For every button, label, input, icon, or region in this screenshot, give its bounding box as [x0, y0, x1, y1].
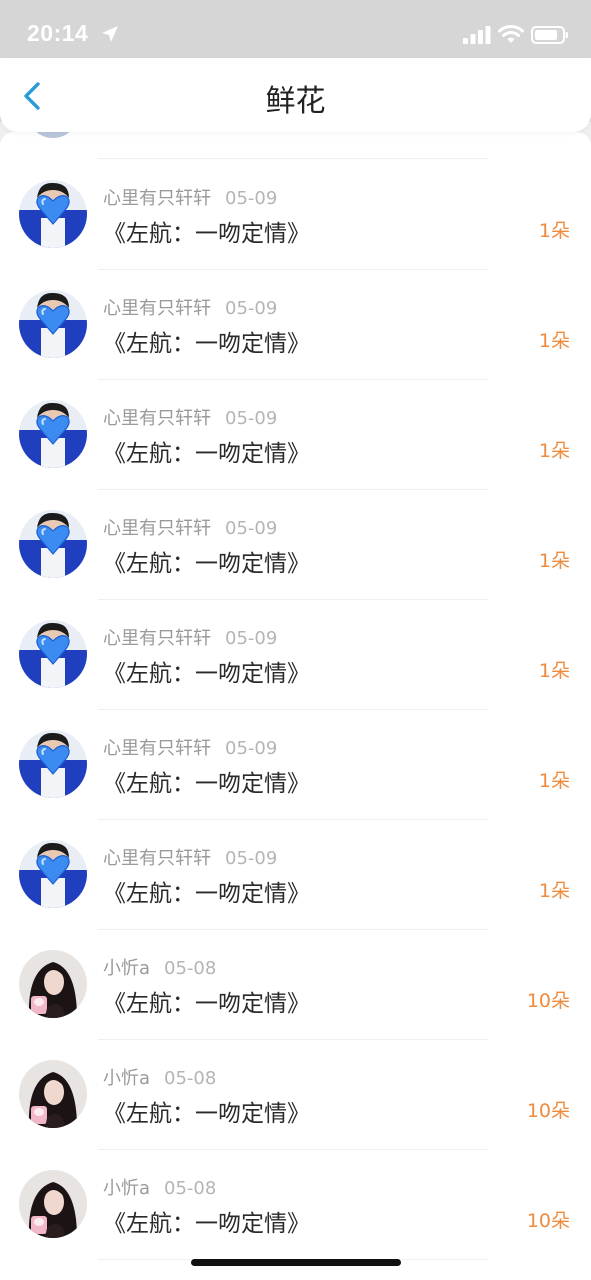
- page-title: 鲜花: [265, 84, 326, 119]
- status-bar: 20:14: [0, 0, 591, 58]
- user-avatar[interactable]: [19, 1170, 87, 1238]
- flower-count: 1朵: [538, 660, 570, 682]
- gift-row[interactable]: 心里有只轩轩 05-09 《左航：一吻定情》 1朵: [0, 270, 591, 380]
- status-time: 20:14: [27, 20, 89, 46]
- signal-icon: [463, 26, 491, 44]
- user-avatar[interactable]: [19, 950, 87, 1018]
- gift-row[interactable]: 小忻a 05-08 《左航：一吻定情》 10朵: [0, 1040, 591, 1150]
- user-avatar[interactable]: [19, 510, 87, 578]
- gift-meta: 心里有只轩轩 05-09: [103, 184, 277, 210]
- gift-title: 《左航：一吻定情》: [103, 771, 310, 797]
- flower-count: 1朵: [538, 440, 570, 462]
- user-name[interactable]: 心里有只轩轩: [103, 848, 211, 869]
- battery-icon: [531, 26, 568, 44]
- gift-meta: 心里有只轩轩 05-09: [103, 624, 277, 650]
- gift-meta: 小忻a 05-08: [103, 1174, 216, 1200]
- flower-count: 1朵: [538, 330, 570, 352]
- gift-title: 《左航：一吻定情》: [103, 551, 310, 577]
- gift-meta: 心里有只轩轩 05-09: [103, 294, 277, 320]
- user-avatar[interactable]: [19, 1060, 87, 1128]
- gift-date: 05-09: [225, 298, 278, 319]
- location-arrow-icon: [102, 26, 118, 42]
- gift-date: 05-09: [225, 188, 278, 209]
- gift-title: 《左航：一吻定情》: [103, 661, 310, 687]
- user-name[interactable]: 心里有只轩轩: [103, 408, 211, 429]
- gift-row[interactable]: 心里有只轩轩 05-09 《左航：一吻定情》 1朵: [0, 490, 591, 600]
- flower-count: 10朵: [526, 1210, 570, 1232]
- gift-title: 《左航：一吻定情》: [103, 1211, 310, 1237]
- gift-meta: 心里有只轩轩 05-09: [103, 734, 277, 760]
- flower-count: 1朵: [538, 220, 570, 242]
- user-name[interactable]: 小忻a: [103, 958, 150, 979]
- user-avatar[interactable]: [19, 400, 87, 468]
- user-avatar[interactable]: [19, 730, 87, 798]
- gift-list: 心里有只轩轩 05-09 《左航：一吻定情》 1朵 心里有只轩轩 05-09 《左航…: [0, 160, 591, 1260]
- wifi-icon: [498, 25, 524, 43]
- gift-title: 《左航：一吻定情》: [103, 881, 310, 907]
- gift-title: 《左航：一吻定情》: [103, 441, 310, 467]
- user-name[interactable]: 心里有只轩轩: [103, 188, 211, 209]
- user-name[interactable]: 小忻a: [103, 1068, 150, 1089]
- gift-meta: 小忻a 05-08: [103, 1064, 216, 1090]
- flower-count: 1朵: [538, 770, 570, 792]
- user-name[interactable]: 心里有只轩轩: [103, 628, 211, 649]
- flower-count: 1朵: [538, 880, 570, 902]
- gift-row[interactable]: 心里有只轩轩 05-09 《左航：一吻定情》 1朵: [0, 160, 591, 270]
- user-avatar[interactable]: [19, 620, 87, 688]
- user-name[interactable]: 心里有只轩轩: [103, 518, 211, 539]
- gift-row[interactable]: 心里有只轩轩 05-09 《左航：一吻定情》 1朵: [0, 820, 591, 930]
- gift-row[interactable]: 小忻a 05-08 《左航：一吻定情》 10朵: [0, 930, 591, 1040]
- gift-row[interactable]: 心里有只轩轩 05-09 《左航：一吻定情》 1朵: [0, 600, 591, 710]
- user-avatar[interactable]: [19, 840, 87, 908]
- user-name[interactable]: 小忻a: [103, 1178, 150, 1199]
- partial-avatar: [27, 132, 79, 138]
- divider: [98, 158, 488, 159]
- user-avatar[interactable]: [19, 180, 87, 248]
- gift-date: 05-09: [225, 738, 278, 759]
- gift-title: 《左航：一吻定情》: [103, 221, 310, 247]
- gift-date: 05-08: [164, 1178, 217, 1199]
- user-name[interactable]: 心里有只轩轩: [103, 738, 211, 759]
- gift-row[interactable]: 心里有只轩轩 05-09 《左航：一吻定情》 1朵: [0, 710, 591, 820]
- flower-gift-list-panel: 心里有只轩轩 05-09 《左航：一吻定情》 1朵 心里有只轩轩 05-09 《左航…: [0, 132, 591, 1280]
- gift-title: 《左航：一吻定情》: [103, 991, 310, 1017]
- user-name[interactable]: 心里有只轩轩: [103, 298, 211, 319]
- gift-date: 05-08: [164, 1068, 217, 1089]
- gift-title: 《左航：一吻定情》: [103, 331, 310, 357]
- flower-count: 1朵: [538, 550, 570, 572]
- gift-date: 05-09: [225, 628, 278, 649]
- gift-date: 05-09: [225, 518, 278, 539]
- gift-row[interactable]: 小忻a 05-08 《左航：一吻定情》 10朵: [0, 1150, 591, 1260]
- gift-date: 05-08: [164, 958, 217, 979]
- gift-title: 《左航：一吻定情》: [103, 1101, 310, 1127]
- gift-meta: 心里有只轩轩 05-09: [103, 404, 277, 430]
- home-indicator: [191, 1259, 401, 1266]
- gift-meta: 心里有只轩轩 05-09: [103, 844, 277, 870]
- gift-row[interactable]: 心里有只轩轩 05-09 《左航：一吻定情》 1朵: [0, 380, 591, 490]
- gift-meta: 心里有只轩轩 05-09: [103, 514, 277, 540]
- gift-date: 05-09: [225, 848, 278, 869]
- user-avatar[interactable]: [19, 290, 87, 358]
- gift-meta: 小忻a 05-08: [103, 954, 216, 980]
- flower-count: 10朵: [526, 1100, 570, 1122]
- flower-count: 10朵: [526, 990, 570, 1012]
- gift-date: 05-09: [225, 408, 278, 429]
- nav-bar: 鲜花: [0, 58, 591, 132]
